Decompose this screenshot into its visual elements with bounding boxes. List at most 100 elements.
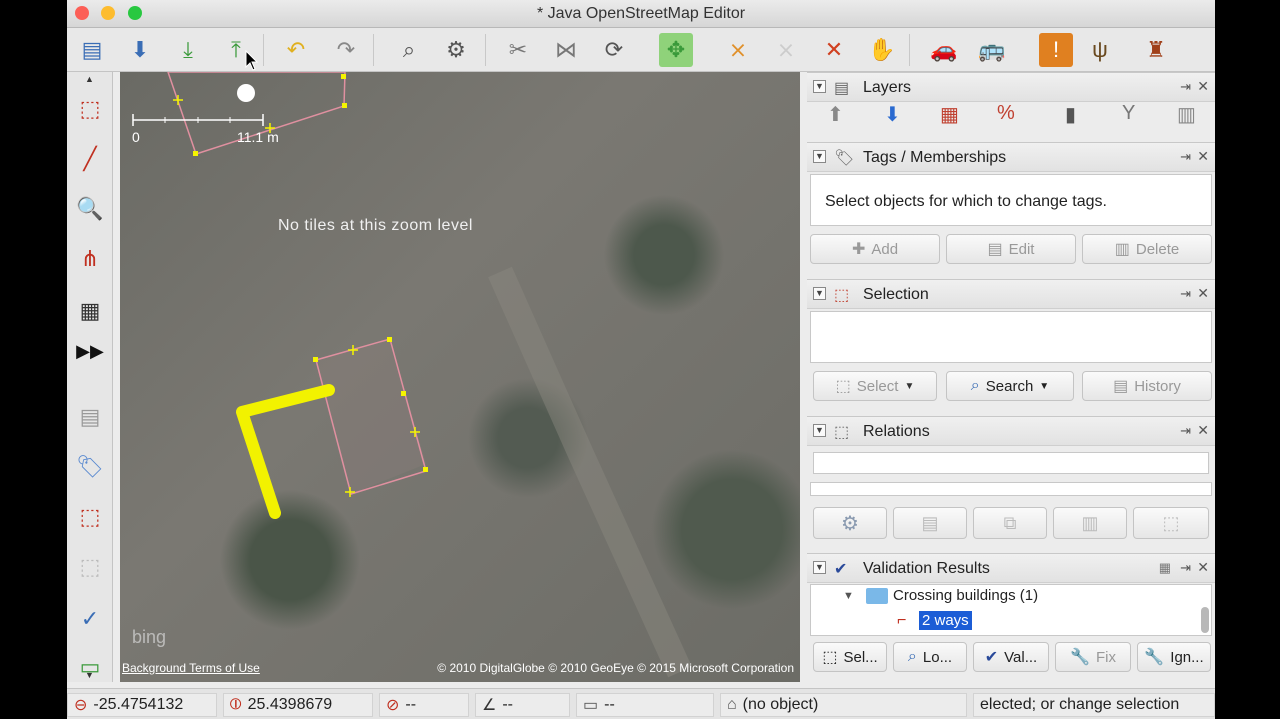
- more-tools-icon[interactable]: ▶▶: [73, 334, 107, 368]
- split-icon[interactable]: ✕: [817, 33, 851, 67]
- relations-list[interactable]: [810, 482, 1212, 496]
- heading-field: ⊘ --: [379, 693, 469, 717]
- close-panel-icon[interactable]: ✕: [1197, 422, 1209, 439]
- undo-icon[interactable]: ↶: [279, 33, 313, 67]
- scroll-up-icon[interactable]: ▲: [85, 74, 94, 84]
- edit-icon: ▤: [921, 512, 939, 533]
- add-tag-button[interactable]: ✚ Add: [810, 234, 940, 264]
- validation-lookup-button[interactable]: ⌕ Lo...: [893, 642, 967, 672]
- draw-icon[interactable]: ⨯: [721, 33, 755, 67]
- background-terms-link[interactable]: Background Terms of Use: [122, 661, 260, 675]
- split-way-icon[interactable]: ✂: [501, 33, 535, 67]
- ignore-label: Ign...: [1170, 648, 1204, 666]
- zoom-preferences-icon[interactable]: ⌕: [392, 33, 426, 67]
- expand-icon[interactable]: ▼: [843, 590, 854, 602]
- validation-select-button[interactable]: ⬚ Sel...: [813, 642, 887, 672]
- merge-layer-icon[interactable]: Y: [1122, 102, 1135, 125]
- selection-list[interactable]: [810, 311, 1212, 363]
- close-panel-icon[interactable]: ✕: [1197, 559, 1209, 576]
- collapse-icon[interactable]: ▼: [813, 424, 826, 437]
- draw-mode-icon[interactable]: ╱: [73, 142, 107, 176]
- validation-panel-header[interactable]: ▼ ✔ Validation Results ▦ ⇥ ✕: [807, 553, 1215, 583]
- fix-button[interactable]: 🔧 Fix: [1055, 642, 1131, 672]
- pan-hand-icon[interactable]: ✋: [865, 33, 899, 67]
- validation-toggle-icon[interactable]: ✓: [73, 602, 107, 636]
- validation-tree[interactable]: ▼ Crossing buildings (1) ⌐ 2 ways: [810, 584, 1212, 636]
- redo-icon[interactable]: ↷: [329, 33, 363, 67]
- relations-toggle-icon[interactable]: ⬚: [73, 550, 107, 584]
- preferences-icon[interactable]: ⚙: [439, 33, 473, 67]
- collapse-icon[interactable]: ▼: [813, 80, 826, 93]
- map-view[interactable]: 0 11.1 m No tiles at this zoom level bin…: [120, 72, 800, 682]
- layers-panel-header[interactable]: ▼ ▤ Layers ⇥ ✕: [807, 72, 1215, 102]
- collapse-icon[interactable]: ▼: [813, 150, 826, 163]
- validate-button[interactable]: ✔ Val...: [973, 642, 1049, 672]
- wrench-icon: 🔧: [1070, 649, 1090, 666]
- close-panel-icon[interactable]: ✕: [1197, 78, 1209, 95]
- collapse-icon[interactable]: ▼: [813, 561, 826, 574]
- warning-preset-icon[interactable]: !: [1039, 33, 1073, 67]
- layers-toolbar: ⬆ ⬇ ▦ % ▮ Y ▥: [807, 102, 1215, 130]
- new-relation-button[interactable]: ⚙: [813, 507, 887, 539]
- selected-way[interactable]: [236, 384, 335, 519]
- check-icon: ✔: [984, 649, 999, 666]
- opacity-icon[interactable]: %: [997, 102, 1015, 125]
- selection-toggle-icon[interactable]: ⬚: [73, 500, 107, 534]
- select-members-button[interactable]: ⬚: [1133, 507, 1209, 539]
- ignore-button[interactable]: 🔧 Ign...: [1137, 642, 1211, 672]
- download-icon[interactable]: ⤓: [171, 33, 205, 67]
- search-button[interactable]: ⌕ Search ▼: [946, 371, 1074, 401]
- castle-preset-icon[interactable]: ♜: [1139, 33, 1173, 67]
- scroll-down-icon[interactable]: ▼: [85, 670, 94, 680]
- edit-icon: ▤: [987, 241, 1003, 258]
- validation-scrollbar[interactable]: [1201, 607, 1209, 633]
- settings-icon[interactable]: ▦: [1159, 560, 1171, 576]
- edit-relation-button[interactable]: ▤: [893, 507, 967, 539]
- food-preset-icon[interactable]: ψ: [1083, 33, 1117, 67]
- delete-icon[interactable]: ⨯: [769, 33, 803, 67]
- validation-item[interactable]: 2 ways: [919, 611, 972, 630]
- move-down-icon[interactable]: ⬇: [884, 102, 901, 127]
- collapse-icon[interactable]: ▼: [813, 287, 826, 300]
- detach-icon[interactable]: ⇥: [1180, 286, 1191, 302]
- save-icon[interactable]: ⬇: [123, 33, 157, 67]
- zoom-mode-icon[interactable]: 🔍: [73, 192, 107, 226]
- select-button[interactable]: ⬚ Select ▼: [813, 371, 937, 401]
- zoom-slider-knob[interactable]: [237, 84, 255, 102]
- improve-way-icon[interactable]: ⋔: [73, 242, 107, 276]
- activate-layer-icon[interactable]: ▦: [940, 102, 959, 127]
- validation-group[interactable]: Crossing buildings (1): [893, 587, 1038, 604]
- relations-panel-header[interactable]: ▼ ⬚ Relations ⇥ ✕: [807, 416, 1215, 446]
- delete-relation-button[interactable]: ▥: [1053, 507, 1127, 539]
- history-button[interactable]: ▤ History: [1082, 371, 1212, 401]
- move-up-icon[interactable]: ⬆: [827, 102, 844, 127]
- detach-icon[interactable]: ⇥: [1180, 423, 1191, 439]
- duplicate-relation-button[interactable]: ⧉: [973, 507, 1047, 539]
- layers-toggle-icon[interactable]: ▤: [73, 400, 107, 434]
- selection-panel-header[interactable]: ▼ ⬚ Selection ⇥ ✕: [807, 279, 1215, 309]
- tags-panel-header[interactable]: ▼ 🏷 Tags / Memberships ⇥ ✕: [807, 142, 1215, 172]
- detach-icon[interactable]: ⇥: [1180, 149, 1191, 165]
- refresh-icon[interactable]: ⟳: [597, 33, 631, 67]
- detach-icon[interactable]: ⇥: [1180, 79, 1191, 95]
- select-icon: ⬚: [835, 378, 851, 395]
- help-text-field: elected; or change selection: [973, 693, 1215, 717]
- combine-way-icon[interactable]: ⋈: [549, 33, 583, 67]
- close-panel-icon[interactable]: ✕: [1197, 148, 1209, 165]
- copy-icon: ⧉: [1003, 512, 1017, 533]
- car-preset-icon[interactable]: 🚗: [927, 33, 961, 67]
- bus-preset-icon[interactable]: 🚌: [975, 33, 1009, 67]
- latitude-value: -25.4754132: [93, 696, 184, 713]
- tags-toggle-icon[interactable]: 🏷: [73, 450, 107, 484]
- delete-layer-icon[interactable]: ▥: [1177, 102, 1196, 127]
- show-hide-icon[interactable]: ▮: [1065, 102, 1076, 127]
- relations-filter-input[interactable]: [813, 452, 1209, 474]
- open-file-icon[interactable]: ▤: [75, 33, 109, 67]
- detach-icon[interactable]: ⇥: [1180, 560, 1191, 576]
- edit-tag-button[interactable]: ▤ Edit: [946, 234, 1076, 264]
- building-tool-icon[interactable]: ▦: [73, 294, 107, 328]
- delete-tag-button[interactable]: ▥ Delete: [1082, 234, 1212, 264]
- select-mode-icon[interactable]: ⬚: [73, 92, 107, 126]
- zoom-to-selection-icon[interactable]: ✥: [659, 33, 693, 67]
- close-panel-icon[interactable]: ✕: [1197, 285, 1209, 302]
